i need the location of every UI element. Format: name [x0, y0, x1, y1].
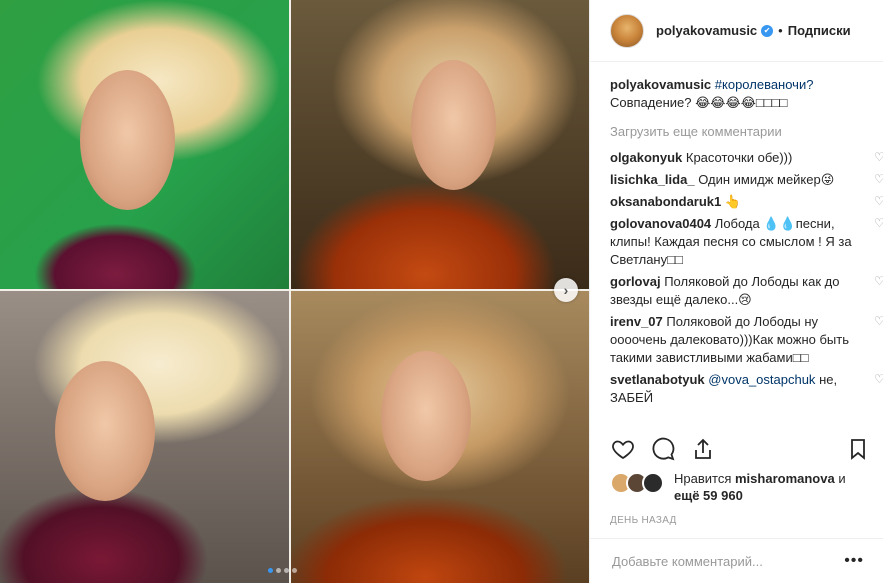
- likes-middle: и: [838, 471, 846, 486]
- likes-username[interactable]: misharomanova: [735, 471, 835, 486]
- comment-icon[interactable]: [650, 436, 676, 462]
- likes-rest[interactable]: ещё 59 960: [674, 488, 743, 503]
- post-date[interactable]: ДЕНЬ НАЗАД: [610, 515, 677, 526]
- caption-hashtag[interactable]: #королеваночи?: [715, 77, 814, 92]
- comment-text: Один имидж мейкер😜: [698, 172, 835, 187]
- list-item: olgakonyuk Красоточки обе))) ♡: [610, 149, 883, 167]
- likes-count[interactable]: Нравится misharomanova и ещё 59 960: [674, 470, 846, 504]
- bookmark-icon[interactable]: [845, 436, 871, 462]
- list-item: gorlovaj Поляковой до Лободы как до звез…: [610, 273, 883, 309]
- likes-row: Нравится misharomanova и ещё 59 960: [610, 470, 846, 504]
- photo-tile-top-left: [0, 0, 289, 289]
- comment-text: Красоточки обе))): [685, 150, 793, 165]
- post-header: polyakovamusic ✔ • Подписки: [590, 0, 883, 62]
- comment-username[interactable]: lisichka_lida_: [610, 172, 695, 187]
- comment-mention[interactable]: @vova_ostapchuk: [708, 372, 815, 387]
- heart-icon[interactable]: ♡: [874, 275, 883, 287]
- comment-text: 👆: [724, 194, 742, 209]
- list-item: irenv_07 Поляковой до Лободы ну оооочень…: [610, 313, 883, 367]
- comment-input[interactable]: [610, 552, 845, 570]
- post-caption: polyakovamusic #королеваночи? Совпадение…: [610, 76, 883, 112]
- heart-icon[interactable]: ♡: [874, 173, 883, 185]
- header-separator: •: [778, 23, 783, 38]
- add-comment-bar: •••: [590, 538, 883, 583]
- photo-tile-bottom-left: [0, 291, 289, 583]
- comment-username[interactable]: golovanova0404: [610, 216, 711, 231]
- post-actions: [610, 436, 716, 462]
- more-options-icon[interactable]: •••: [844, 552, 864, 570]
- heart-icon[interactable]: ♡: [874, 151, 883, 163]
- avatar[interactable]: [610, 13, 644, 48]
- heart-icon[interactable]: ♡: [874, 315, 883, 327]
- chevron-right-icon[interactable]: ›: [554, 278, 578, 302]
- list-item: oksanabondaruk1 👆 ♡: [610, 193, 883, 211]
- face-shape: [55, 361, 155, 501]
- load-more-comments-button[interactable]: Загрузить еще комментарии: [610, 124, 883, 139]
- comment-username[interactable]: olgakonyuk: [610, 150, 682, 165]
- photo-tile-bottom-right: [291, 291, 589, 583]
- likes-prefix: Нравится: [674, 471, 732, 486]
- list-item: lisichka_lida_ Один имидж мейкер😜 ♡: [610, 171, 883, 189]
- heart-icon[interactable]: ♡: [874, 195, 883, 207]
- carousel-dot: [276, 568, 281, 573]
- photo-tile-top-right: [291, 0, 589, 289]
- heart-icon[interactable]: [610, 436, 636, 462]
- share-icon[interactable]: [690, 436, 716, 462]
- comment-username[interactable]: svetlanabotyuk: [610, 372, 705, 387]
- heart-icon[interactable]: ♡: [874, 373, 883, 385]
- comments-list[interactable]: polyakovamusic #королеваночи? Совпадение…: [610, 76, 883, 423]
- comment-username[interactable]: oksanabondaruk1: [610, 194, 721, 209]
- face-shape: [381, 351, 471, 481]
- carousel-dot: [292, 568, 297, 573]
- verified-icon: ✔: [761, 24, 774, 37]
- carousel-dot: [268, 568, 273, 573]
- post-media-carousel[interactable]: ›: [0, 0, 589, 583]
- list-item: golovanova0404 Лобода 💧💧песни, клипы! Ка…: [610, 215, 883, 269]
- post-side-panel: polyakovamusic ✔ • Подписки polyakovamus…: [589, 0, 883, 583]
- heart-icon[interactable]: ♡: [874, 217, 883, 229]
- list-item: svetlanabotyuk @vova_ostapchuk не, ЗАБЕЙ…: [610, 371, 883, 407]
- comment-username[interactable]: irenv_07: [610, 314, 663, 329]
- carousel-dots: [268, 568, 297, 573]
- carousel-dot: [284, 568, 289, 573]
- face-shape: [80, 70, 175, 210]
- avatar: [642, 472, 664, 494]
- caption-text: Совпадение? 😂😂😂😂□□□□: [610, 95, 788, 110]
- header-username[interactable]: polyakovamusic: [656, 23, 757, 38]
- liker-avatars[interactable]: [610, 472, 664, 494]
- comment-username[interactable]: gorlovaj: [610, 274, 661, 289]
- caption-username[interactable]: polyakovamusic: [610, 77, 711, 92]
- following-button[interactable]: Подписки: [788, 23, 851, 38]
- face-shape: [411, 60, 496, 190]
